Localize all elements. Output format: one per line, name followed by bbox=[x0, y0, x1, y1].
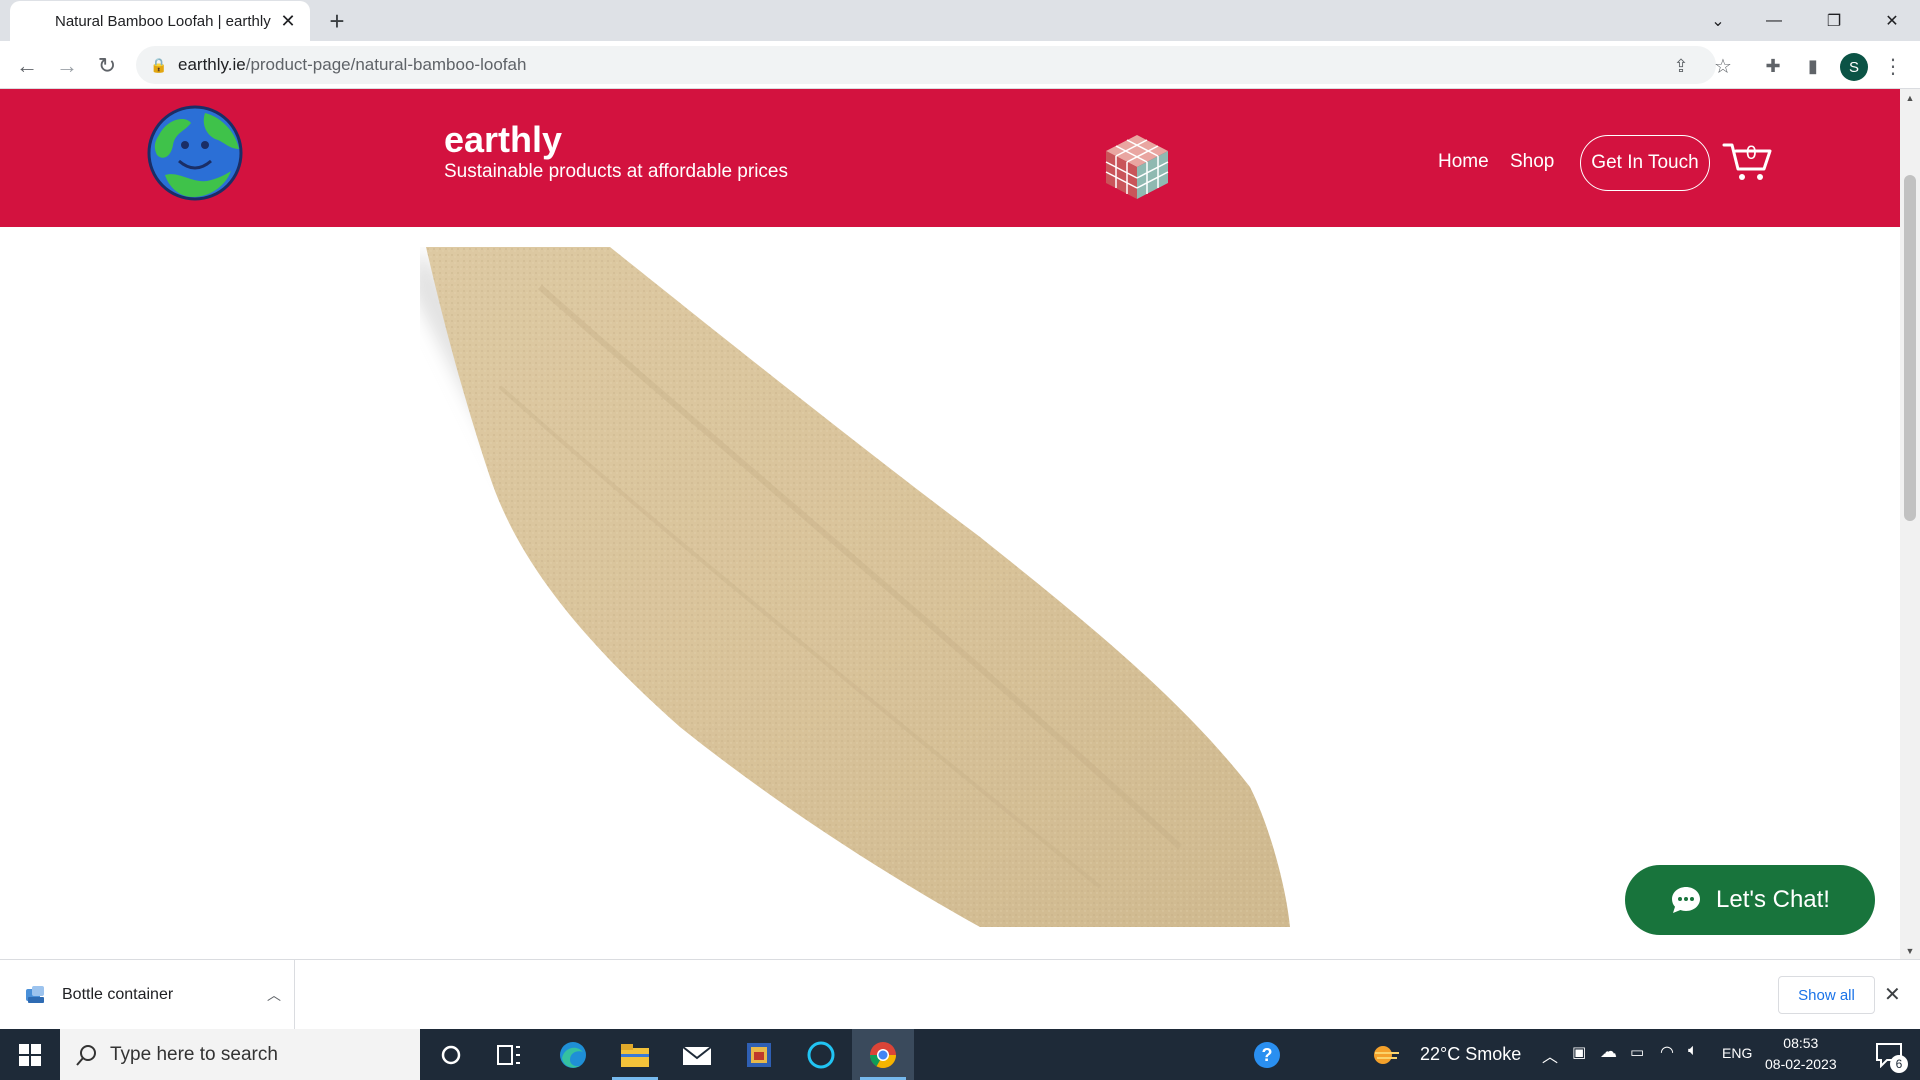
page-scrollbar[interactable]: ▲ ▼ bbox=[1900, 89, 1920, 959]
battery-icon[interactable]: ▭ bbox=[1630, 1043, 1644, 1061]
browser-tab[interactable]: Natural Bamboo Loofah | earthly ✕ bbox=[10, 1, 310, 41]
lets-chat-button[interactable]: Let's Chat! bbox=[1625, 865, 1875, 935]
file-icon bbox=[26, 986, 44, 1003]
close-shelf-icon[interactable]: ✕ bbox=[1884, 982, 1901, 1007]
download-filename: Bottle container bbox=[62, 986, 174, 1003]
onedrive-icon[interactable]: ☁ bbox=[1600, 1042, 1617, 1062]
minimize-button[interactable]: — bbox=[1746, 0, 1802, 41]
close-tab-icon[interactable]: ✕ bbox=[274, 7, 302, 35]
bookmark-star-icon[interactable]: ☆ bbox=[1706, 49, 1740, 83]
reload-icon[interactable]: ↻ bbox=[90, 49, 124, 83]
scroll-down-icon[interactable]: ▼ bbox=[1900, 942, 1920, 959]
site-header: earthly Sustainable products at affordab… bbox=[0, 89, 1900, 227]
earth-logo-icon[interactable] bbox=[145, 105, 245, 201]
chevron-up-icon[interactable]: ︿ bbox=[1542, 1043, 1558, 1067]
download-shelf: Bottle container ︿ Show all ✕ bbox=[0, 959, 1920, 1030]
scroll-thumb[interactable] bbox=[1904, 175, 1916, 521]
mail-icon[interactable] bbox=[666, 1029, 728, 1080]
meet-now-icon[interactable]: ▣ bbox=[1572, 1043, 1586, 1061]
chat-label: Let's Chat! bbox=[1716, 886, 1830, 913]
windows-start-icon[interactable] bbox=[0, 1029, 60, 1080]
notifications-icon[interactable]: 6 bbox=[1858, 1029, 1920, 1080]
product-image-loofah[interactable] bbox=[420, 247, 1400, 927]
tab-strip: Natural Bamboo Loofah | earthly ✕ + ⌄ — … bbox=[0, 0, 1920, 41]
chevron-up-icon[interactable]: ︿ bbox=[254, 985, 294, 1005]
tab-title: Natural Bamboo Loofah | earthly bbox=[55, 12, 271, 30]
cart-count: 0 bbox=[1746, 143, 1757, 164]
alexa-icon[interactable] bbox=[790, 1029, 852, 1080]
brand-tagline: Sustainable products at affordable price… bbox=[444, 161, 788, 182]
back-icon[interactable]: ← bbox=[10, 49, 44, 83]
brand-name[interactable]: earthly bbox=[444, 119, 562, 161]
tab-search-icon[interactable]: ⌄ bbox=[1690, 0, 1746, 41]
wifi-icon[interactable]: ◠ bbox=[1660, 1042, 1674, 1062]
restore-button[interactable]: ❐ bbox=[1806, 0, 1862, 41]
clock[interactable]: 08:53 08-02-2023 bbox=[1765, 1033, 1837, 1075]
help-icon[interactable]: ? bbox=[1236, 1029, 1298, 1080]
search-placeholder: Type here to search bbox=[110, 1043, 278, 1065]
url-text: earthly.ie/product-page/natural-bamboo-l… bbox=[178, 55, 527, 74]
lock-icon: 🔒 bbox=[150, 56, 168, 73]
taskbar: Type here to search ? 22°C Smoke ︿ ▣ ☁ ▭… bbox=[0, 1029, 1920, 1080]
chat-bubble-icon bbox=[1672, 887, 1700, 913]
side-panel-icon[interactable]: ▮ bbox=[1796, 49, 1830, 83]
clock-date: 08-02-2023 bbox=[1765, 1056, 1837, 1072]
file-explorer-icon[interactable] bbox=[604, 1029, 666, 1080]
cube-icon bbox=[1105, 135, 1169, 199]
weather-icon[interactable] bbox=[1366, 1029, 1406, 1080]
extensions-icon[interactable]: ✚ bbox=[1756, 49, 1790, 83]
task-view-icon[interactable] bbox=[478, 1029, 540, 1080]
scroll-up-icon[interactable]: ▲ bbox=[1900, 89, 1920, 106]
weather-text[interactable]: 22°C Smoke bbox=[1420, 1044, 1521, 1065]
share-icon[interactable]: ⇪ bbox=[1664, 49, 1698, 83]
taskbar-search-input[interactable]: Type here to search bbox=[60, 1029, 420, 1080]
clock-time: 08:53 bbox=[1783, 1035, 1819, 1051]
nav-home-link[interactable]: Home bbox=[1438, 151, 1489, 173]
edge-icon[interactable] bbox=[542, 1029, 604, 1080]
browser-toolbar: ← → ↻ 🔒 earthly.ie/product-page/natural-… bbox=[0, 41, 1920, 89]
chrome-icon[interactable] bbox=[852, 1029, 914, 1080]
search-icon bbox=[76, 1044, 96, 1066]
get-in-touch-button[interactable]: Get In Touch bbox=[1580, 135, 1710, 191]
profile-avatar[interactable]: S bbox=[1840, 53, 1868, 81]
download-item[interactable]: Bottle container ︿ bbox=[0, 960, 295, 1030]
language-indicator[interactable]: ENG bbox=[1722, 1045, 1752, 1061]
photos-app-icon[interactable] bbox=[728, 1029, 790, 1080]
forward-icon[interactable]: → bbox=[50, 49, 84, 83]
svg-text:?: ? bbox=[1262, 1045, 1273, 1065]
new-tab-button[interactable]: + bbox=[322, 6, 352, 36]
show-all-button[interactable]: Show all bbox=[1778, 976, 1875, 1014]
cortana-icon[interactable] bbox=[420, 1029, 482, 1080]
nav-shop-link[interactable]: Shop bbox=[1510, 151, 1554, 173]
page-viewport: earthly Sustainable products at affordab… bbox=[0, 89, 1900, 959]
menu-kebab-icon[interactable]: ⋮ bbox=[1876, 49, 1910, 83]
address-bar[interactable]: 🔒 earthly.ie/product-page/natural-bamboo… bbox=[136, 46, 1716, 84]
volume-icon[interactable]: 🔈︎ bbox=[1688, 1042, 1698, 1060]
notification-count-badge: 6 bbox=[1890, 1055, 1908, 1073]
close-window-button[interactable]: ✕ bbox=[1864, 0, 1920, 41]
